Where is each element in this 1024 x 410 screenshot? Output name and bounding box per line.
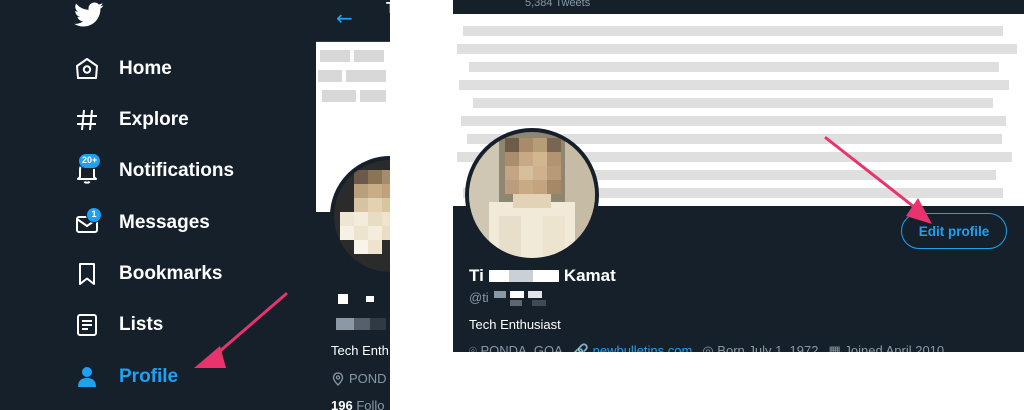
location-pin-icon bbox=[332, 371, 344, 386]
profile-meta: ⌾ PONDA, GOA 🔗 newbulletins.com ◎ Born J… bbox=[469, 343, 944, 352]
bell-icon: 20+ bbox=[74, 153, 102, 184]
handle-redacted bbox=[336, 318, 386, 330]
location-item: ⌾ PONDA, GOA bbox=[469, 343, 563, 352]
profile-column-partial: ← Tech Enth POND 196 Follo bbox=[316, 0, 390, 410]
sidebar-item-explore[interactable]: Explore bbox=[74, 102, 189, 138]
sidebar-item-bookmarks[interactable]: Bookmarks bbox=[74, 256, 223, 292]
website-item[interactable]: 🔗 newbulletins.com bbox=[573, 343, 693, 352]
name-redacted bbox=[338, 294, 374, 304]
profile-handle: @ti bbox=[469, 290, 552, 307]
location-fragment: POND bbox=[331, 371, 387, 386]
header-title-fragment: T bbox=[386, 0, 390, 18]
name-redacted bbox=[488, 270, 559, 282]
back-arrow-icon[interactable]: ← bbox=[336, 6, 353, 30]
sidebar-item-label: Lists bbox=[119, 314, 164, 335]
sidebar-item-label: Profile bbox=[119, 366, 179, 387]
bio-fragment: Tech Enth bbox=[331, 343, 389, 358]
sidebar-item-label: Bookmarks bbox=[119, 263, 223, 284]
profile-screenshot: 5,384 Tweets Edit profile Ti Kamat @ti T… bbox=[453, 0, 1024, 352]
profile-display-name: Ti Kamat bbox=[469, 266, 616, 285]
profile-header: ← T bbox=[316, 0, 390, 42]
bookmark-icon bbox=[74, 261, 100, 287]
screenshot-composite: Home Explore 20+ Notifications 1 Message… bbox=[0, 0, 1024, 410]
sidebar-item-label: Messages bbox=[119, 212, 210, 233]
sidebar-item-label: Explore bbox=[119, 109, 189, 130]
sidebar-item-messages[interactable]: 1 Messages bbox=[74, 205, 210, 241]
following-count[interactable]: 196 Follo bbox=[331, 398, 385, 410]
twitter-sidebar: Home Explore 20+ Notifications 1 Message… bbox=[0, 0, 316, 410]
hash-icon bbox=[74, 107, 100, 133]
sidebar-item-profile[interactable]: Profile bbox=[74, 359, 178, 395]
sidebar-item-label: Home bbox=[119, 58, 172, 79]
profile-avatar[interactable] bbox=[465, 128, 599, 262]
tweets-count: 5,384 Tweets bbox=[525, 0, 591, 9]
joined-item: ▦ Joined April 2010 bbox=[828, 343, 944, 352]
sidebar-item-notifications[interactable]: 20+ Notifications bbox=[74, 153, 234, 189]
calendar-icon: ▦ bbox=[828, 343, 841, 352]
message-count-badge: 1 bbox=[86, 207, 102, 223]
edit-profile-button[interactable]: Edit profile bbox=[901, 213, 1007, 249]
handle-redacted bbox=[494, 290, 547, 306]
notification-count-badge: 20+ bbox=[78, 153, 102, 169]
profile-bio: Tech Enthusiast bbox=[469, 317, 561, 332]
birthday-item: ◎ Born July 1, 1972 bbox=[702, 343, 818, 352]
envelope-icon: 1 bbox=[74, 207, 102, 236]
sidebar-item-label: Notifications bbox=[119, 160, 235, 181]
balloon-icon: ◎ bbox=[702, 343, 714, 352]
twitter-logo-icon[interactable] bbox=[74, 2, 104, 28]
location-pin-icon: ⌾ bbox=[469, 343, 477, 352]
link-icon: 🔗 bbox=[572, 343, 589, 352]
sidebar-item-home[interactable]: Home bbox=[74, 51, 172, 87]
list-icon bbox=[74, 312, 100, 338]
person-icon bbox=[74, 364, 100, 390]
home-icon bbox=[74, 56, 100, 82]
sidebar-item-lists[interactable]: Lists bbox=[74, 307, 163, 343]
